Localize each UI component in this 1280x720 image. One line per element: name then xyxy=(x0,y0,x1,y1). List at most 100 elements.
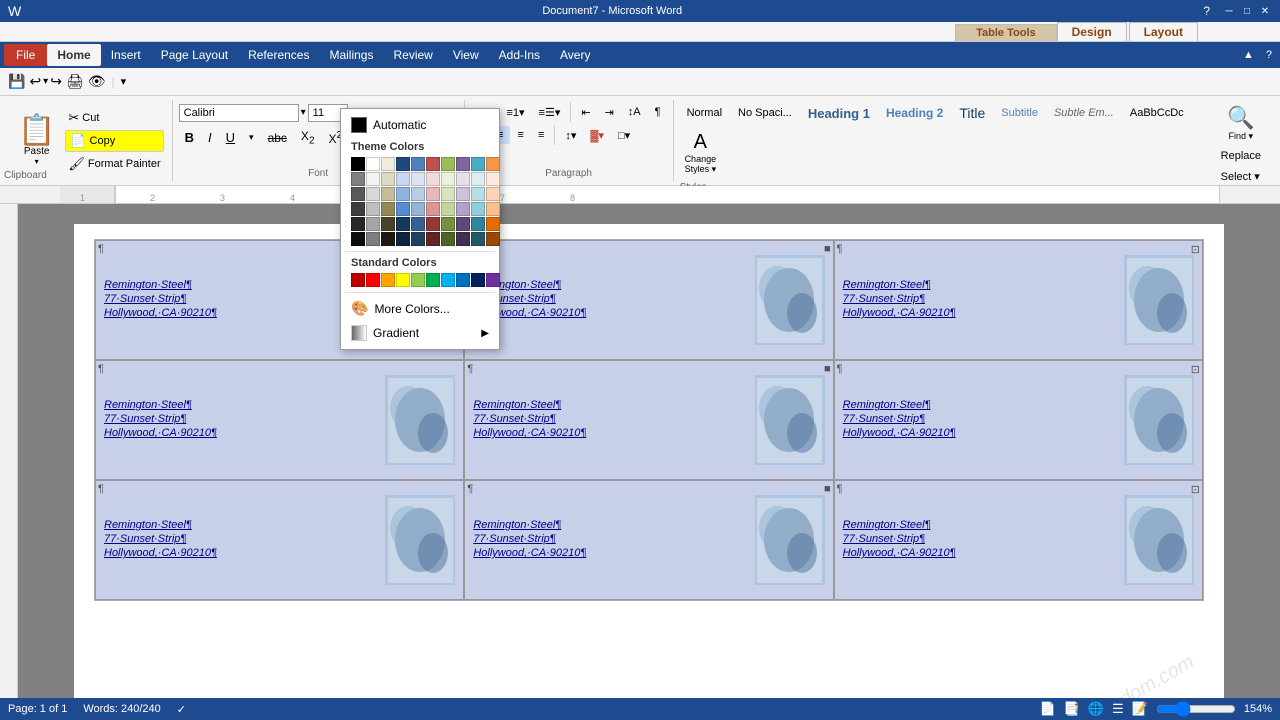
style-default[interactable]: AaBbCcDc xyxy=(1123,104,1191,122)
align-right-btn[interactable]: ≡ xyxy=(512,126,530,144)
bold-btn[interactable]: B xyxy=(179,127,200,148)
theme-color-swatch[interactable] xyxy=(381,217,395,231)
more-colors-btn[interactable]: 🎨 More Colors... xyxy=(345,296,495,321)
label-cell-3-1[interactable]: ¶ Remington·Steel¶ 77·Sunset·Strip¶ Holl… xyxy=(95,480,464,600)
menu-avery[interactable]: Avery xyxy=(550,44,600,66)
theme-color-swatch[interactable] xyxy=(441,187,455,201)
theme-color-swatch[interactable] xyxy=(441,202,455,216)
theme-color-swatch[interactable] xyxy=(441,172,455,186)
standard-color-swatch[interactable] xyxy=(471,273,485,287)
window-help[interactable]: ? xyxy=(1203,4,1210,18)
theme-color-swatch[interactable] xyxy=(396,202,410,216)
theme-color-swatch[interactable] xyxy=(441,217,455,231)
theme-color-swatch[interactable] xyxy=(351,202,365,216)
theme-color-swatch[interactable] xyxy=(456,172,470,186)
view-print-btn[interactable]: 📄 xyxy=(1039,701,1055,717)
style-heading2[interactable]: Heading 2 xyxy=(879,103,950,123)
style-normal[interactable]: Normal xyxy=(680,104,729,122)
theme-color-swatch[interactable] xyxy=(456,232,470,246)
theme-color-swatch[interactable] xyxy=(426,187,440,201)
qa-undo-btn[interactable]: ↩ xyxy=(27,71,43,92)
borders-btn[interactable]: □▾ xyxy=(612,126,636,145)
standard-color-swatch[interactable] xyxy=(456,273,470,287)
subscript-btn[interactable]: X2 xyxy=(295,126,321,149)
theme-color-swatch[interactable] xyxy=(351,217,365,231)
theme-color-swatch[interactable] xyxy=(456,157,470,171)
standard-color-swatch[interactable] xyxy=(486,273,500,287)
theme-color-swatch[interactable] xyxy=(471,157,485,171)
numbering-btn[interactable]: ≡1▾ xyxy=(500,103,530,122)
theme-color-swatch[interactable] xyxy=(351,172,365,186)
standard-color-swatch[interactable] xyxy=(396,273,410,287)
theme-color-swatch[interactable] xyxy=(366,232,380,246)
underline-arrow[interactable]: ▾ xyxy=(243,129,260,146)
menu-home[interactable]: Home xyxy=(47,44,100,66)
standard-color-swatch[interactable] xyxy=(411,273,425,287)
strikethrough-btn[interactable]: abc xyxy=(262,128,293,148)
theme-color-swatch[interactable] xyxy=(486,232,500,246)
theme-color-swatch[interactable] xyxy=(411,202,425,216)
qa-preview-btn[interactable]: 👁 xyxy=(86,71,108,92)
font-name-input[interactable] xyxy=(179,104,299,122)
qa-save-btn[interactable]: 💾 xyxy=(6,71,27,92)
theme-color-swatch[interactable] xyxy=(381,232,395,246)
font-name-arrow[interactable]: ▾ xyxy=(301,107,306,118)
theme-color-swatch[interactable] xyxy=(441,157,455,171)
style-heading1[interactable]: Heading 1 xyxy=(801,103,877,124)
theme-color-swatch[interactable] xyxy=(411,172,425,186)
theme-color-swatch[interactable] xyxy=(366,172,380,186)
standard-color-swatch[interactable] xyxy=(381,273,395,287)
tab-design[interactable]: Design xyxy=(1057,22,1127,41)
label-cell-3-2[interactable]: ¶ Remington·Steel¶ 77·Sunset·Strip¶ Holl… xyxy=(464,480,833,600)
increase-indent-btn[interactable]: ⇥ xyxy=(599,103,620,122)
minimize-btn[interactable]: ─ xyxy=(1222,4,1236,18)
menu-view[interactable]: View xyxy=(443,44,489,66)
theme-color-swatch[interactable] xyxy=(426,217,440,231)
tab-layout[interactable]: Layout xyxy=(1129,22,1198,41)
theme-color-swatch[interactable] xyxy=(471,202,485,216)
theme-color-swatch[interactable] xyxy=(381,157,395,171)
label-cell-2-2[interactable]: ¶ Remington·Steel¶ 77·Sunset·Strip¶ Holl… xyxy=(464,360,833,480)
menu-review[interactable]: Review xyxy=(383,44,442,66)
theme-color-swatch[interactable] xyxy=(366,217,380,231)
theme-color-swatch[interactable] xyxy=(426,172,440,186)
theme-color-swatch[interactable] xyxy=(351,232,365,246)
theme-color-swatch[interactable] xyxy=(471,187,485,201)
sort-btn[interactable]: ↕A xyxy=(622,103,647,121)
theme-color-swatch[interactable] xyxy=(351,187,365,201)
standard-color-swatch[interactable] xyxy=(351,273,365,287)
theme-color-swatch[interactable] xyxy=(486,157,500,171)
style-subtle-em[interactable]: Subtle Em... xyxy=(1047,104,1121,122)
paste-btn[interactable]: 📋 Paste ▾ xyxy=(12,100,61,181)
standard-color-swatch[interactable] xyxy=(426,273,440,287)
view-draft-btn[interactable]: 📝 xyxy=(1132,701,1148,717)
label-cell-1-3[interactable]: ¶ Remington·Steel¶ 77·Sunset·Strip¶ Holl… xyxy=(834,240,1203,360)
ribbon-collapse-btn[interactable]: ▲ xyxy=(1239,47,1258,63)
theme-color-swatch[interactable] xyxy=(486,217,500,231)
select-btn[interactable]: Select ▾ xyxy=(1216,167,1266,186)
underline-btn[interactable]: U xyxy=(220,127,241,148)
theme-color-swatch[interactable] xyxy=(486,172,500,186)
show-marks-btn[interactable]: ¶ xyxy=(649,103,667,121)
maximize-btn[interactable]: □ xyxy=(1240,4,1254,18)
menu-page-layout[interactable]: Page Layout xyxy=(151,44,238,66)
line-spacing-btn[interactable]: ↕▾ xyxy=(559,126,582,145)
qa-print-btn[interactable]: 🖨 xyxy=(64,71,86,92)
theme-color-swatch[interactable] xyxy=(396,217,410,231)
theme-color-swatch[interactable] xyxy=(441,232,455,246)
theme-color-swatch[interactable] xyxy=(456,217,470,231)
view-web-btn[interactable]: 🌐 xyxy=(1088,701,1104,717)
view-outline-btn[interactable]: ☰ xyxy=(1112,701,1124,717)
theme-color-swatch[interactable] xyxy=(426,202,440,216)
style-subtitle[interactable]: Subtitle xyxy=(994,104,1045,122)
qa-redo-btn[interactable]: ↪ xyxy=(48,71,64,92)
copy-btn[interactable]: 📄 Copy xyxy=(65,130,163,152)
qa-custom-btn[interactable]: ▾ xyxy=(119,73,129,90)
menu-add-ins[interactable]: Add-Ins xyxy=(489,44,550,66)
justify-btn[interactable]: ≡ xyxy=(532,126,550,144)
word-page[interactable]: ¶ Remington·Steel¶ 77·Sunset·Strip¶ Holl… xyxy=(74,224,1224,698)
standard-color-swatch[interactable] xyxy=(441,273,455,287)
zoom-slider[interactable] xyxy=(1156,701,1236,717)
theme-color-swatch[interactable] xyxy=(396,232,410,246)
theme-color-swatch[interactable] xyxy=(411,232,425,246)
